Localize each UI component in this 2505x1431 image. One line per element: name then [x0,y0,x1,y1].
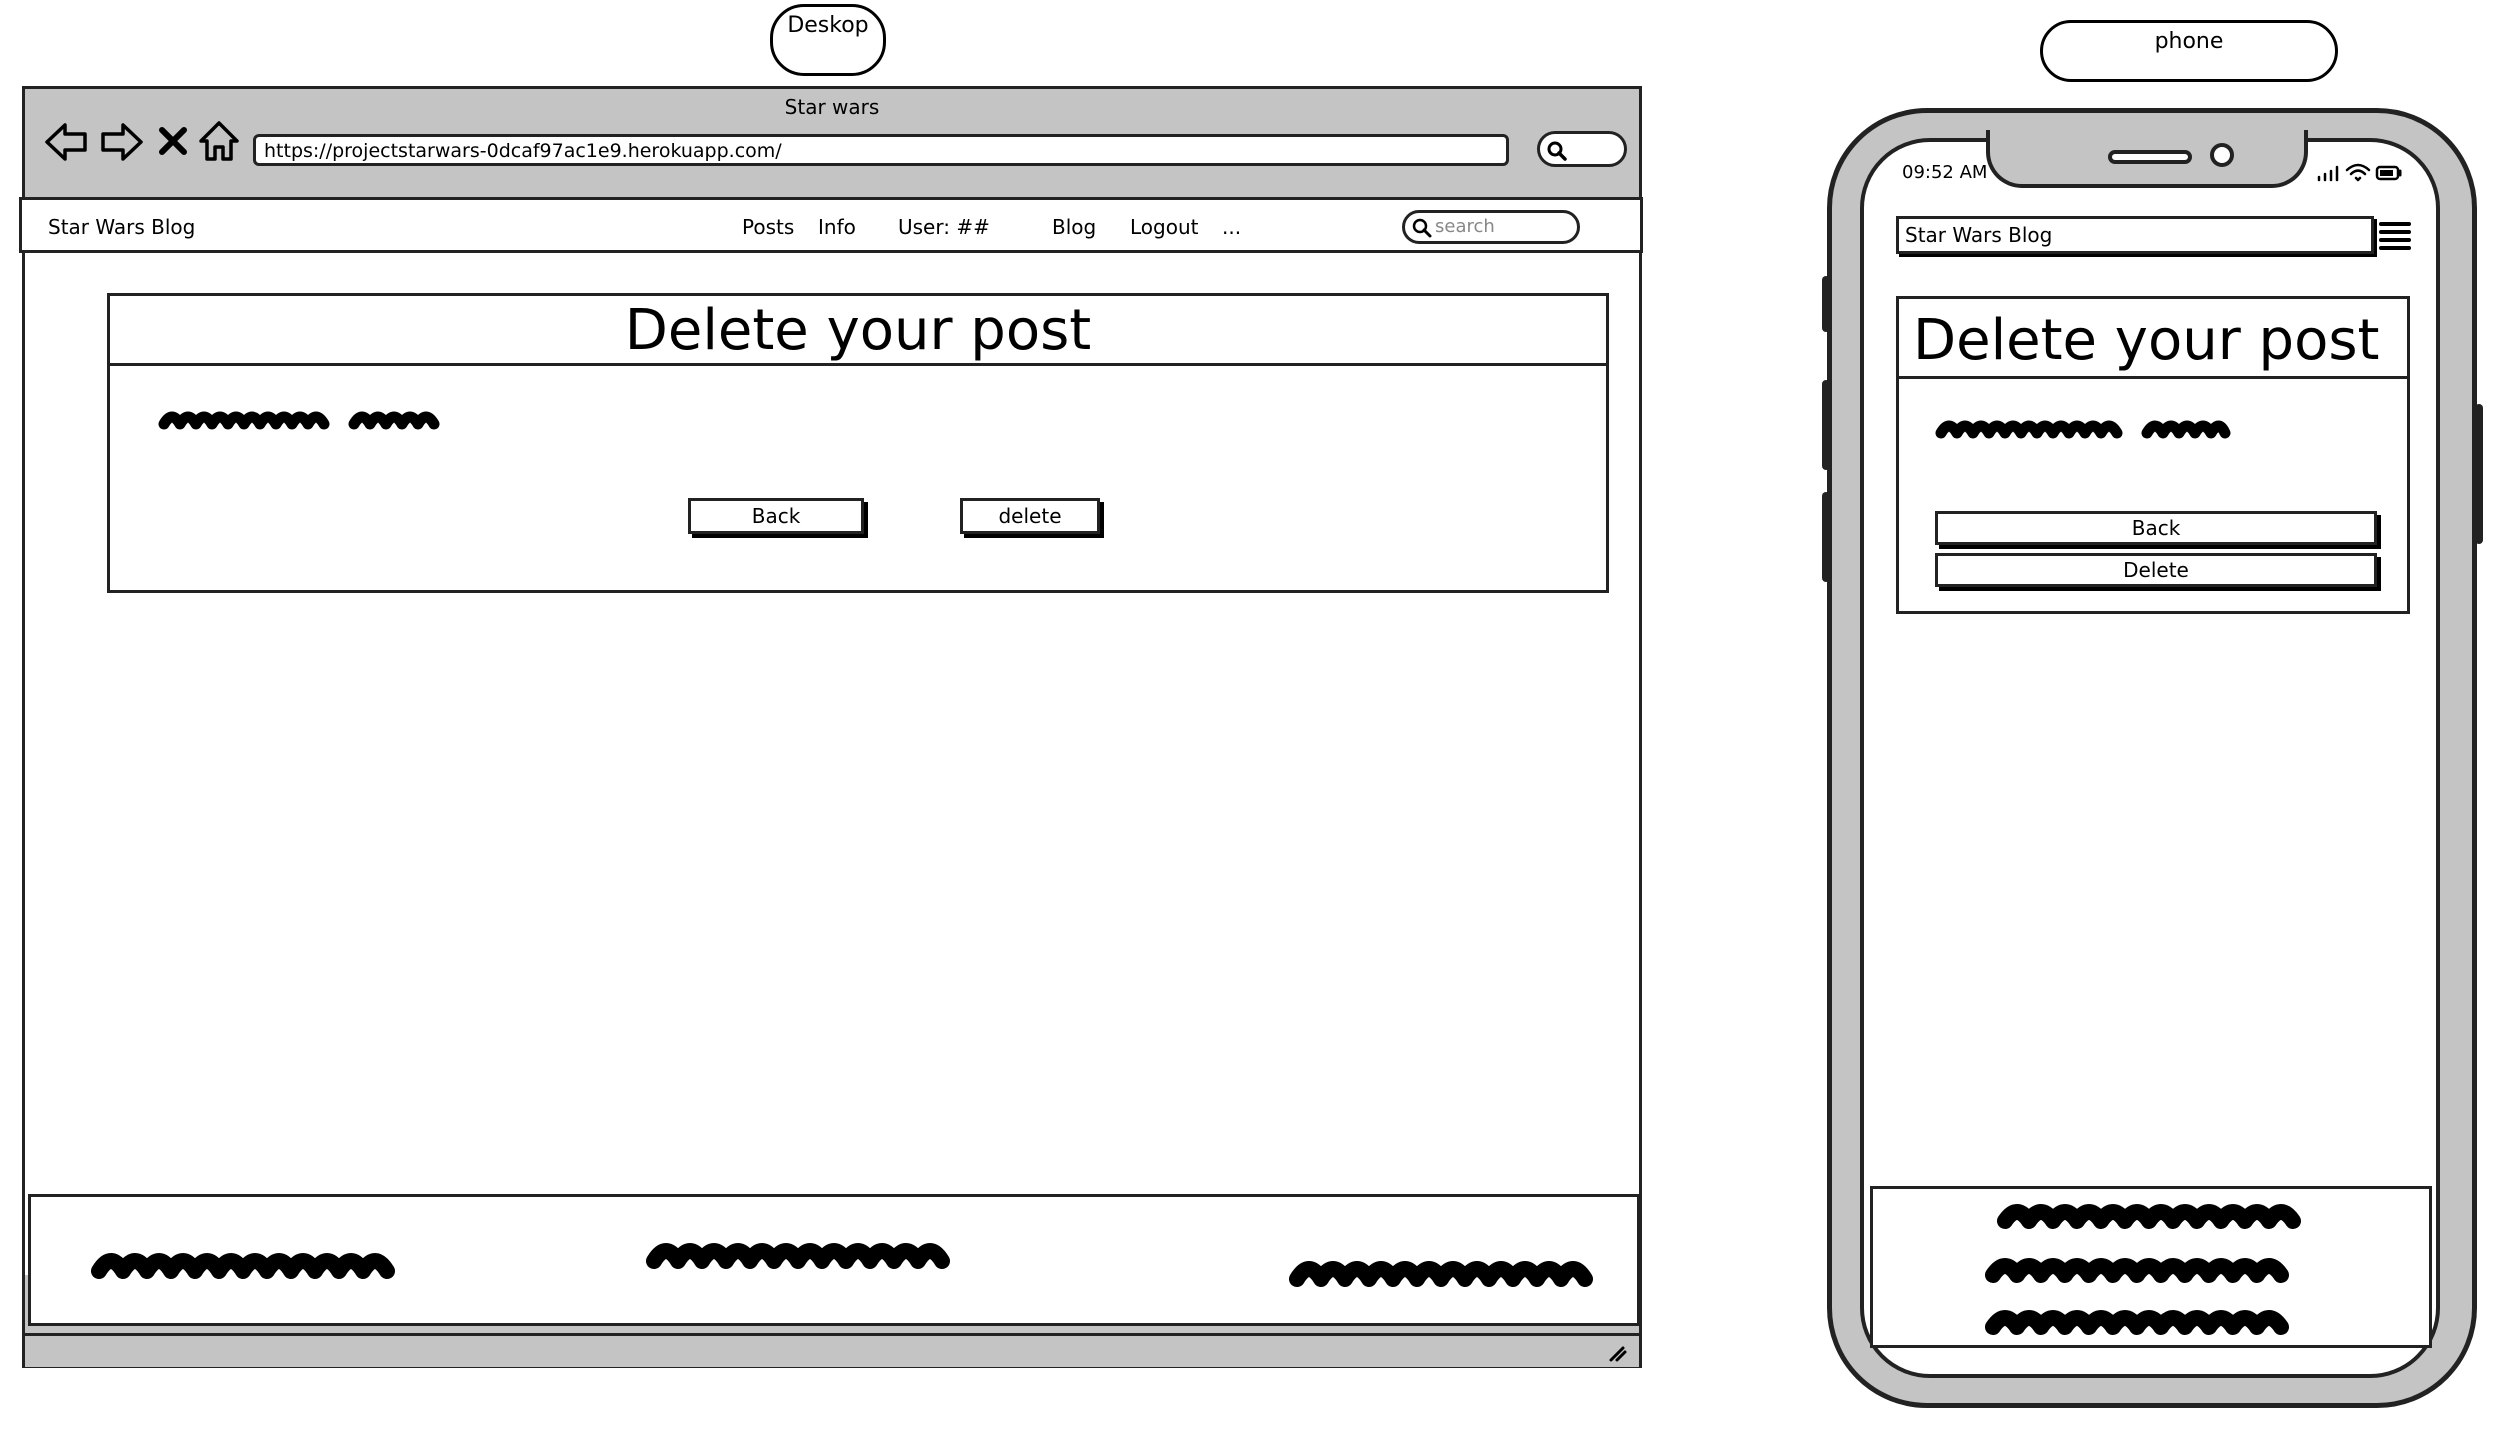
nav-blog[interactable]: Blog [1052,215,1096,239]
phone-side-button [1822,276,1830,332]
close-icon[interactable] [157,125,189,157]
desktop-browser-window: Star wars https://projectstarwars-0dcaf9… [19,86,1643,1368]
search-placeholder: search [1435,216,1495,237]
phone-footer [1870,1186,2432,1348]
battery-icon [2375,165,2402,181]
phone-footer-text-placeholder [1985,1310,2289,1335]
phone-post-text-placeholder [1935,420,2231,439]
phone-side-button [1822,492,1830,582]
phone-side-button [1822,380,1830,470]
footer [28,1194,1640,1326]
back-button[interactable]: Back [688,498,864,534]
phone-footer-text-placeholder [1997,1204,2301,1229]
phone-side-button [2475,404,2483,544]
signal-icon [2317,165,2339,182]
search-icon [1412,218,1432,238]
card-title: Delete your post [110,296,1606,366]
home-icon[interactable] [197,119,241,163]
address-bar[interactable]: https://projectstarwars-0dcaf97ac1e9.her… [253,134,1509,166]
phone-back-button[interactable]: Back [1935,511,2377,545]
phone-brand: Star Wars Blog [1905,223,2053,247]
footer-text-placeholder [1289,1261,1593,1287]
phone-delete-post-card: Delete your post Back Delete [1896,296,2410,614]
phone-card-title: Delete your post [1899,299,2407,379]
nav-more[interactable]: ... [1222,215,1241,239]
nav-search-input[interactable]: search [1402,210,1580,244]
browser-search-button[interactable] [1537,131,1627,167]
delete-button[interactable]: delete [960,498,1100,534]
window-title: Star wars [784,95,880,119]
camera-icon [2210,143,2234,167]
desktop-frame-label: Deskop [770,4,886,76]
phone-delete-button[interactable]: Delete [1935,553,2377,587]
phone-frame-label: phone [2040,20,2338,82]
phone-footer-text-placeholder [1985,1258,2289,1283]
resize-grip-icon[interactable] [1605,1342,1629,1364]
nav-logout[interactable]: Logout [1130,215,1198,239]
back-arrow-icon[interactable] [43,119,89,165]
speaker-icon [2108,150,2192,164]
wifi-icon [2345,163,2371,182]
status-bar [25,1333,1639,1367]
address-text: https://projectstarwars-0dcaf97ac1e9.her… [264,140,782,162]
nav-info[interactable]: Info [818,215,856,239]
post-text-placeholder [158,411,440,430]
search-icon [1547,141,1567,161]
phone-status-time: 09:52 AM [1902,162,1988,183]
nav-user[interactable]: User: ## [898,215,990,239]
top-navbar: Star Wars Blog Posts Info User: ## Blog … [19,197,1643,253]
phone-brand-bar[interactable]: Star Wars Blog [1896,216,2374,254]
nav-posts[interactable]: Posts [742,215,794,239]
forward-arrow-icon[interactable] [99,119,145,165]
footer-text-placeholder [646,1243,950,1269]
hamburger-menu-icon[interactable] [2378,218,2412,254]
footer-text-placeholder [91,1253,395,1279]
nav-brand[interactable]: Star Wars Blog [48,215,195,239]
delete-post-card: Delete your post Back delete [107,293,1609,593]
